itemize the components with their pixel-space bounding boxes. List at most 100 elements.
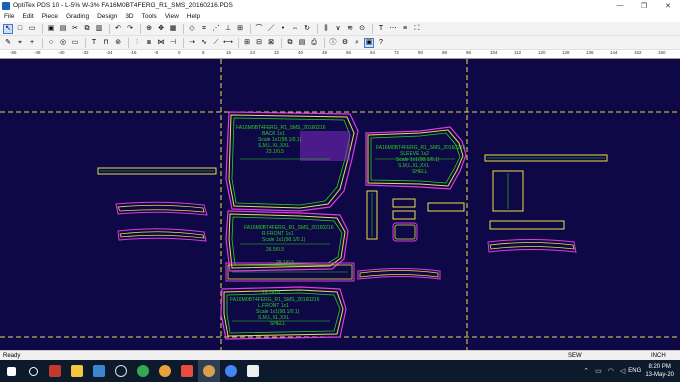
cut-button[interactable]: ✂ (70, 24, 80, 34)
display-mode-button[interactable]: ▣ (364, 37, 374, 48)
ruler-label: 144 (610, 50, 618, 55)
menu-piece[interactable]: Piece (42, 13, 58, 20)
join-tool-button[interactable]: ⋈ (156, 38, 166, 48)
task-app-icon[interactable] (44, 360, 66, 382)
curve-tool-button[interactable]: ⌒ (254, 24, 264, 34)
pattern-drawing[interactable]: FA16M0BT4FERG_R1_SMS_20160216 BACK 1x1 S… (0, 59, 680, 350)
rect-tool-button[interactable]: ▭ (70, 38, 80, 48)
grade-rule-button[interactable]: ⊞ (242, 38, 252, 48)
rfront-piece[interactable]: FA16M0BT4FERG_R1_SMS_20160216 R.FRONT 1x… (225, 210, 349, 272)
redo-button[interactable]: ↷ (125, 24, 135, 34)
media-icon[interactable] (176, 360, 198, 382)
start-icon[interactable] (0, 360, 22, 382)
point-tool-button[interactable]: • (278, 24, 288, 34)
grade-copy-button[interactable]: ⊟ (254, 38, 264, 48)
pattern-canvas[interactable]: FA16M0BT4FERG_R1_SMS_20160216 BACK 1x1 S… (0, 59, 680, 350)
text-tool-button[interactable]: T (376, 24, 386, 34)
copy-button[interactable]: ⧉ (82, 24, 92, 34)
properties-button[interactable]: ⚙ (340, 38, 350, 48)
seam-tool-button[interactable]: ⋰ (211, 24, 221, 34)
menu-file[interactable]: File (4, 13, 14, 20)
circle-tool-button[interactable]: ○ (46, 38, 56, 48)
store-icon[interactable] (88, 360, 110, 382)
measure-tool-button[interactable]: ⌗ (199, 24, 209, 34)
walk-tool-button[interactable]: ⇢ (187, 38, 197, 48)
explorer-icon[interactable] (66, 360, 88, 382)
help-tool-button[interactable]: ? (376, 38, 386, 48)
buttonhole-tool-button[interactable]: ⊙ (357, 24, 367, 34)
notification-chevron-icon[interactable]: ⌃ (583, 367, 589, 375)
grid-button[interactable]: ▦ (168, 24, 178, 34)
nest-tool-button[interactable]: ⧉ (285, 38, 295, 48)
grade-paste-button[interactable]: ⊠ (266, 38, 276, 48)
print-button[interactable]: ▤ (58, 24, 68, 34)
search-icon[interactable] (22, 360, 44, 382)
network-icon[interactable]: ◠ (608, 367, 614, 375)
spread-tool-button[interactable]: ⟷ (223, 38, 233, 48)
fold-tool-button[interactable]: ⊓ (101, 38, 111, 48)
undo-button[interactable]: ↶ (113, 24, 123, 34)
notch-tool-button[interactable]: ⊥ (223, 24, 233, 34)
sleeve-piece[interactable]: FA16M0BT4FERG_R1_SMS_20160216 SLEEVE 1x2… (365, 126, 467, 190)
line-tool-button[interactable]: ／ (266, 24, 276, 34)
small-pieces[interactable] (97, 154, 608, 280)
pleat-tool-button[interactable]: ≋ (345, 24, 355, 34)
menu-grading[interactable]: Grading (66, 13, 89, 20)
piece-tool-button[interactable]: ◇ (187, 24, 197, 34)
back-piece[interactable]: FA16M0BT4FERG_R1_SMS_20160216 BACK 1x1 S… (225, 111, 359, 212)
paste-button[interactable]: ▥ (94, 24, 104, 34)
pds-icon[interactable] (198, 360, 220, 382)
drill-tool-button[interactable]: ⊚ (113, 38, 123, 48)
lfront-piece[interactable]: 23.1/0.5 FA16M0BT4FERG_R1_SMS_20160216 L… (220, 286, 347, 340)
open-file-button[interactable]: ▭ (27, 24, 37, 34)
browser-icon[interactable] (154, 360, 176, 382)
battery-icon[interactable]: ▭ (595, 367, 602, 375)
text-insert-button[interactable]: T (89, 38, 99, 48)
modify-tool-button[interactable]: ⌖ (15, 38, 25, 48)
target-tool-button[interactable]: ◎ (58, 38, 68, 48)
new-file-button[interactable]: □ (15, 24, 25, 34)
search-piece-button[interactable]: ⌕ (352, 38, 362, 48)
dart-tool-button[interactable]: ∨ (333, 24, 343, 34)
menu-design[interactable]: Design (97, 13, 117, 20)
pan-tool-button[interactable]: ✥ (156, 24, 166, 34)
fullness-tool-button[interactable]: ∿ (199, 38, 209, 48)
layer-tool-button[interactable]: ≡ (400, 24, 410, 34)
menu-tools[interactable]: Tools (142, 13, 157, 20)
language-indicator[interactable]: ENG (628, 368, 641, 374)
mirror-tool-button[interactable]: ⇔ (290, 24, 300, 34)
minimize-button[interactable]: — (608, 0, 632, 11)
plot-tool-button[interactable]: ⎙ (309, 38, 319, 48)
trim-tool-button[interactable]: ⊣ (168, 38, 178, 48)
volume-icon[interactable]: ◁ (620, 367, 625, 375)
fit-view-button[interactable]: ⛶ (412, 24, 422, 34)
piece-info-button[interactable]: ⓘ (328, 38, 338, 48)
zoom-tool-button[interactable]: ⊕ (144, 24, 154, 34)
menu-help[interactable]: Help (187, 13, 200, 20)
sew-tool-button[interactable]: ⋯ (388, 24, 398, 34)
offset-tool-button[interactable]: ⧈ (144, 38, 154, 48)
grade-tool-button[interactable]: ⊞ (235, 24, 245, 34)
save-button[interactable]: ▣ (46, 24, 56, 34)
settings-icon[interactable] (110, 360, 132, 382)
rotate-tool-button[interactable]: ↻ (302, 24, 312, 34)
menu-view[interactable]: View (165, 13, 179, 20)
select-tool-button[interactable]: ↖ (3, 23, 13, 34)
marker-tool-button[interactable]: ▤ (297, 38, 307, 48)
slash-tool-button[interactable]: ⟋ (211, 38, 221, 48)
chrome2-icon[interactable] (220, 360, 242, 382)
add-point-button[interactable]: + (27, 38, 37, 48)
chrome-icon[interactable] (132, 360, 154, 382)
close-button[interactable]: ✕ (656, 0, 680, 11)
taskbar-clock[interactable]: 8:20 PM 13-May-20 (645, 363, 674, 379)
menu-edit[interactable]: Edit (22, 13, 33, 20)
align-tool-button[interactable]: ⫶ (132, 38, 142, 48)
video-icon[interactable] (242, 360, 264, 382)
menu-3d[interactable]: 3D (125, 13, 133, 20)
ruler-label: 96 (466, 50, 472, 55)
window-title: OptiTex PDS 10 - L-5% W-3% FA16M0BT4FERG… (13, 2, 233, 9)
clock-time: 8:20 PM (648, 364, 671, 370)
maximize-button[interactable]: ❐ (632, 0, 656, 11)
split-tool-button[interactable]: ⫼ (321, 24, 331, 34)
draw-tool-button[interactable]: ✎ (3, 38, 13, 48)
